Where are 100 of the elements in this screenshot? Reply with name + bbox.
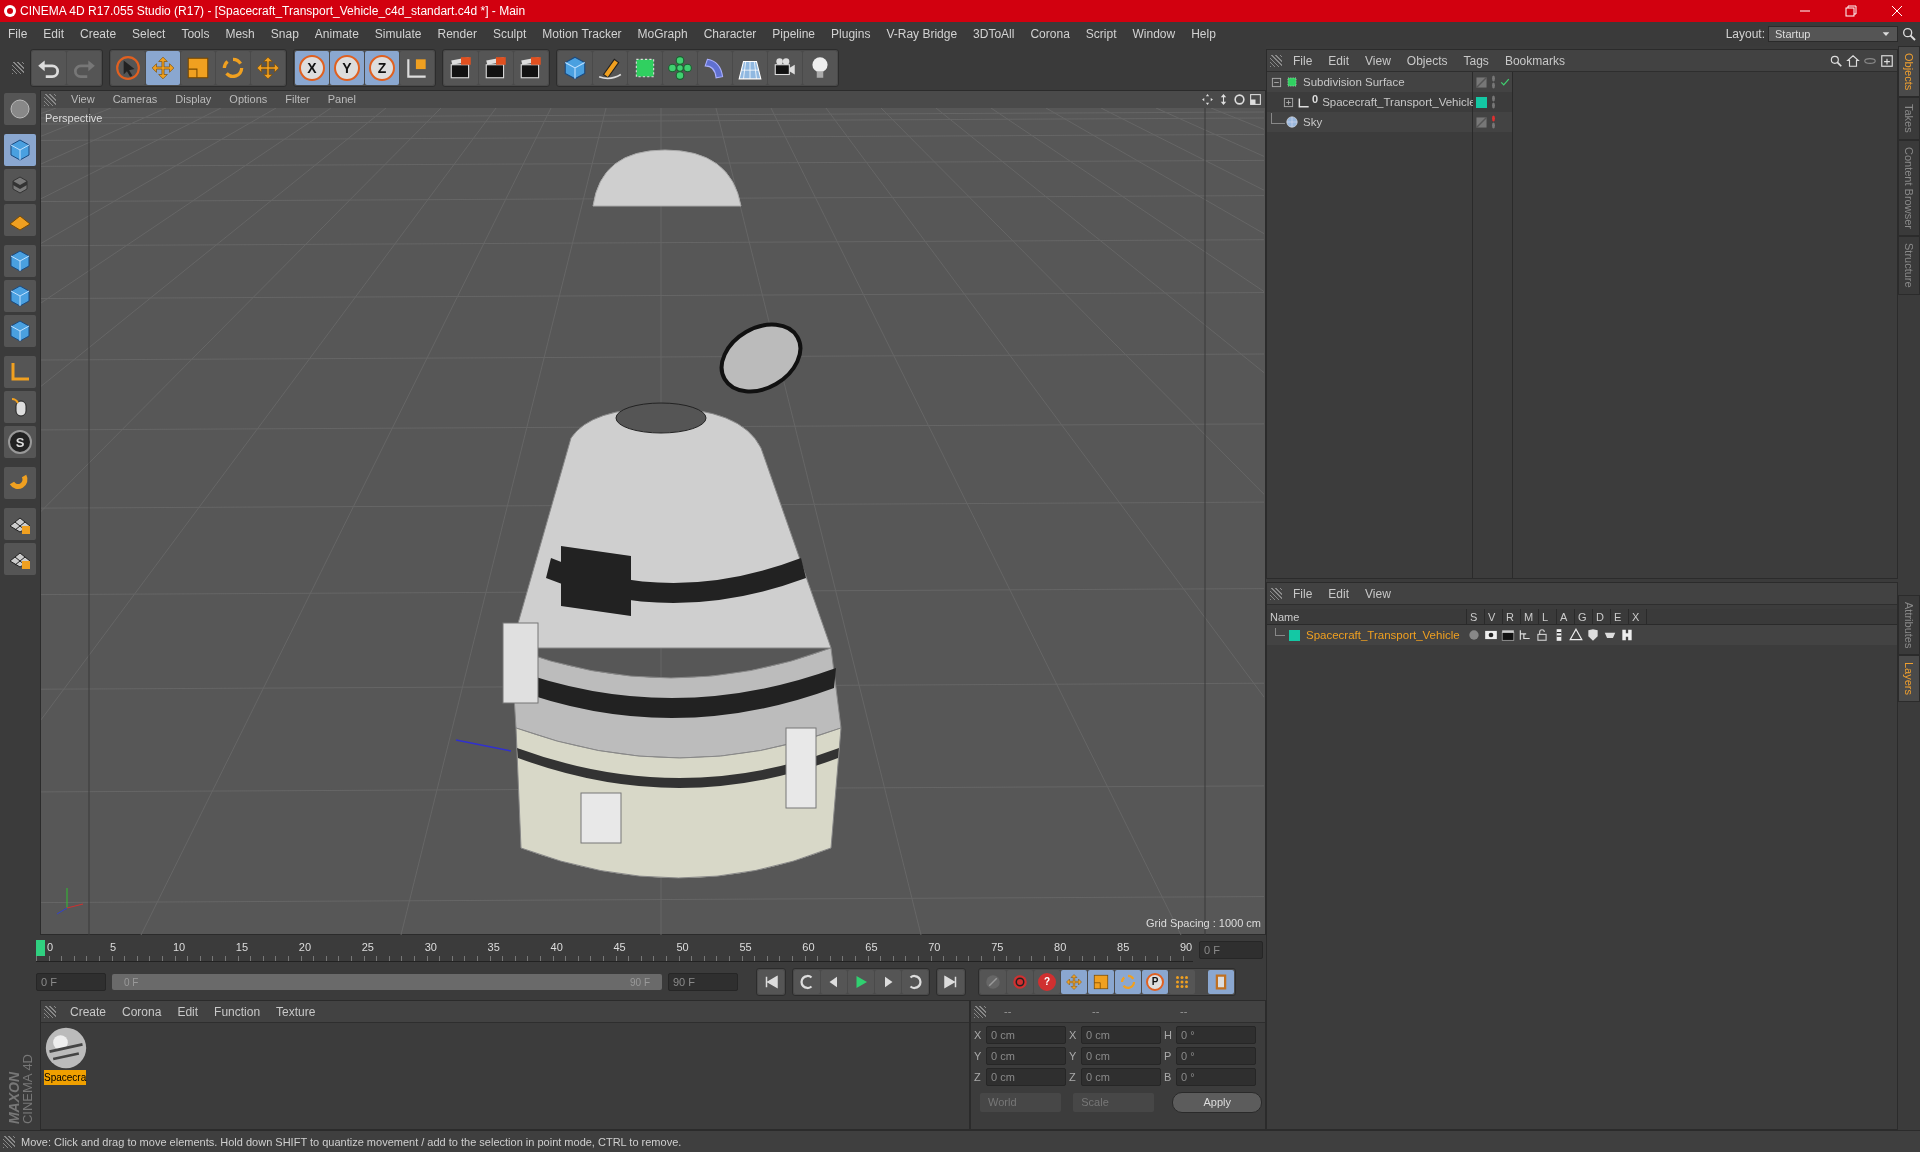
param-button[interactable]: P — [1142, 970, 1168, 994]
grip-handle[interactable] — [1270, 587, 1282, 600]
layer-none-icon[interactable] — [1476, 116, 1487, 128]
start-frame-field[interactable]: 0 F — [36, 973, 106, 991]
viewport-menu-item[interactable]: View — [62, 91, 104, 108]
apply-button[interactable]: Apply — [1172, 1092, 1262, 1113]
subdivision-cube-button[interactable] — [628, 51, 662, 85]
dots-grid-button[interactable] — [1169, 970, 1195, 994]
layers-menu-item[interactable]: File — [1285, 582, 1321, 605]
grid-plane-button[interactable] — [4, 204, 36, 236]
menu-item[interactable]: Animate — [306, 22, 367, 46]
side-tab[interactable]: Layers — [1898, 655, 1920, 703]
menu-item[interactable]: Create — [72, 22, 125, 46]
viewport-menu-item[interactable]: Panel — [318, 91, 365, 108]
current-frame-field[interactable]: 0 F — [1199, 941, 1263, 959]
home-icon[interactable] — [1846, 53, 1860, 68]
search-icon[interactable] — [1829, 53, 1843, 68]
coordinate-field[interactable]: 0 ° — [1176, 1026, 1256, 1044]
clapperboard-button[interactable] — [514, 51, 548, 85]
clapperboard-button[interactable] — [444, 51, 478, 85]
side-tab[interactable]: Takes — [1898, 97, 1920, 141]
grid-lock-button[interactable] — [4, 543, 36, 575]
menu-item[interactable]: Mesh — [217, 22, 263, 46]
cube-button[interactable] — [4, 245, 36, 277]
side-tab[interactable]: Structure — [1898, 236, 1920, 295]
object-row[interactable]: Sky — [1267, 112, 1472, 132]
cursor-button[interactable] — [111, 51, 145, 85]
cloner-button[interactable] — [663, 51, 697, 85]
material-menu-item[interactable]: Corona — [114, 1000, 170, 1023]
lock-icon[interactable] — [1535, 628, 1549, 642]
clapperboard-icon[interactable] — [1501, 628, 1515, 642]
coordinate-field[interactable]: 0 ° — [1176, 1047, 1256, 1065]
grid-lock-button[interactable] — [4, 508, 36, 540]
generator-icon[interactable] — [1569, 628, 1583, 642]
layer-none-icon[interactable] — [1476, 76, 1487, 88]
menu-item[interactable]: Pipeline — [764, 22, 824, 46]
menu-item[interactable]: Snap — [262, 22, 307, 46]
next-key-button[interactable] — [902, 970, 928, 994]
snap-button[interactable]: S — [4, 426, 36, 458]
grip-handle[interactable] — [1270, 54, 1282, 67]
visibility-dots-icon[interactable] — [1490, 115, 1497, 129]
eye-icon[interactable] — [1484, 628, 1498, 642]
x-axis-button[interactable]: X — [295, 51, 329, 85]
checker-cube-button[interactable] — [4, 169, 36, 201]
objects-menu-item[interactable]: Objects — [1398, 49, 1456, 72]
menu-item[interactable]: Render — [429, 22, 485, 46]
side-tab[interactable]: Objects — [1898, 46, 1920, 98]
objects-menu-item[interactable]: Tags — [1455, 49, 1497, 72]
object-name[interactable]: Sky — [1303, 112, 1323, 132]
grip-handle[interactable] — [12, 62, 24, 74]
move-arrows-button[interactable] — [146, 51, 180, 85]
menu-item[interactable]: Sculpt — [484, 22, 535, 46]
clapperboard-button[interactable] — [479, 51, 513, 85]
grip-handle[interactable] — [974, 1005, 986, 1018]
menu-item[interactable]: Help — [1183, 22, 1224, 46]
material-ball-icon[interactable] — [44, 1026, 88, 1070]
viewport-menu-item[interactable]: Filter — [276, 91, 319, 108]
material-menu-item[interactable]: Function — [206, 1000, 269, 1023]
play-button[interactable] — [848, 970, 874, 994]
menu-item[interactable]: MoGraph — [629, 22, 696, 46]
end-frame-field[interactable]: 90 F — [668, 973, 738, 991]
viewport-menu-item[interactable]: Display — [166, 91, 221, 108]
hierarchy-icon[interactable] — [1518, 628, 1532, 642]
menu-item[interactable]: 3DToAll — [965, 22, 1023, 46]
pen-button[interactable] — [593, 51, 627, 85]
step-back-button[interactable] — [821, 970, 847, 994]
mouse-button[interactable] — [4, 391, 36, 423]
layout-dropdown[interactable]: Startup — [1768, 26, 1898, 42]
visibility-dots-icon[interactable] — [1490, 95, 1497, 109]
coordinate-field[interactable]: 0 cm — [1081, 1047, 1161, 1065]
film-strip-button[interactable] — [1208, 970, 1234, 994]
coordinate-field[interactable]: 0 cm — [986, 1026, 1066, 1044]
deformer-shield-icon[interactable] — [1586, 628, 1600, 642]
axis-button[interactable] — [4, 356, 36, 388]
magnet-button[interactable] — [4, 467, 36, 499]
menu-item[interactable]: File — [0, 22, 36, 46]
cube-button[interactable] — [4, 280, 36, 312]
expand-icon[interactable] — [1283, 96, 1294, 108]
pan-view-icon[interactable] — [1201, 93, 1214, 106]
coordinate-field[interactable]: 0 cm — [1081, 1026, 1161, 1044]
menu-item[interactable]: Window — [1124, 22, 1184, 46]
checkmark-icon[interactable] — [1500, 77, 1510, 87]
layer-swatch[interactable] — [1476, 96, 1487, 108]
collapse-icon[interactable] — [1271, 76, 1282, 88]
viewport-menu-item[interactable]: Options — [220, 91, 277, 108]
maximize-view-icon[interactable] — [1249, 93, 1262, 106]
rotate-arrows-button[interactable] — [216, 51, 250, 85]
coordinate-field[interactable]: 0 cm — [1081, 1068, 1161, 1086]
new-window-icon[interactable] — [1880, 53, 1894, 68]
y-axis-button[interactable]: Y — [330, 51, 364, 85]
timeline-ruler[interactable]: 0 5 10 15 20 25 30 35 40 45 50 55 60 65 70 75 80 85 90 — [36, 938, 1193, 962]
layer-swatch[interactable] — [1289, 629, 1300, 641]
layers-menu-item[interactable]: View — [1357, 582, 1399, 605]
light-bulb-button[interactable] — [803, 51, 837, 85]
coordinate-field[interactable]: 0 cm — [986, 1047, 1066, 1065]
material-menu-item[interactable]: Texture — [268, 1000, 324, 1023]
bend-shape-button[interactable] — [698, 51, 732, 85]
axis-cube-button[interactable] — [400, 51, 434, 85]
cube-button[interactable] — [558, 51, 592, 85]
menu-item[interactable]: Motion Tracker — [534, 22, 630, 46]
